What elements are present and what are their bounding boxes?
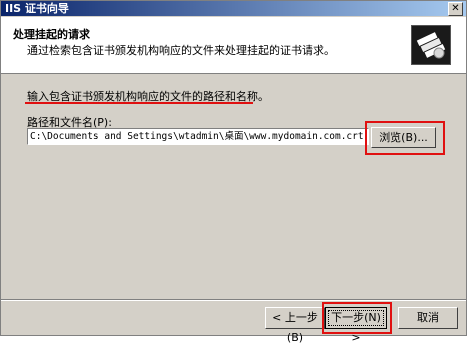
header-description: 通过检索包含证书颁发机构响应的文件来处理挂起的证书请求。	[27, 44, 335, 57]
path-filename-input[interactable]: C:\Documents and Settings\wtadmin\桌面\www…	[27, 128, 369, 145]
close-button[interactable]: ✕	[448, 2, 463, 16]
back-button[interactable]: < 上一步(B)	[265, 307, 325, 344]
highlight-underline	[25, 102, 253, 104]
footer-separator	[1, 299, 466, 301]
title-bar[interactable]: IIS 证书向导 ✕	[1, 1, 466, 16]
next-button[interactable]: 下一步(N) >	[325, 307, 387, 344]
iis-certificate-wizard-dialog: IIS 证书向导 ✕ 处理挂起的请求 通过检索包含证书颁发机构响应的文件来处理挂…	[0, 0, 467, 344]
window-title: IIS 证书向导	[5, 2, 69, 15]
close-icon: ✕	[451, 3, 460, 14]
cancel-button[interactable]: 取消	[398, 307, 458, 329]
header-title: 处理挂起的请求	[13, 28, 90, 41]
certificate-wizard-icon	[411, 25, 451, 65]
wizard-header: 处理挂起的请求 通过检索包含证书颁发机构响应的文件来处理挂起的证书请求。	[1, 17, 466, 74]
wizard-content: 输入包含证书颁发机构响应的文件的路径和名称。 路径和文件名(P): C:\Doc…	[1, 74, 466, 298]
browse-button[interactable]: 浏览(B)...	[371, 127, 436, 148]
